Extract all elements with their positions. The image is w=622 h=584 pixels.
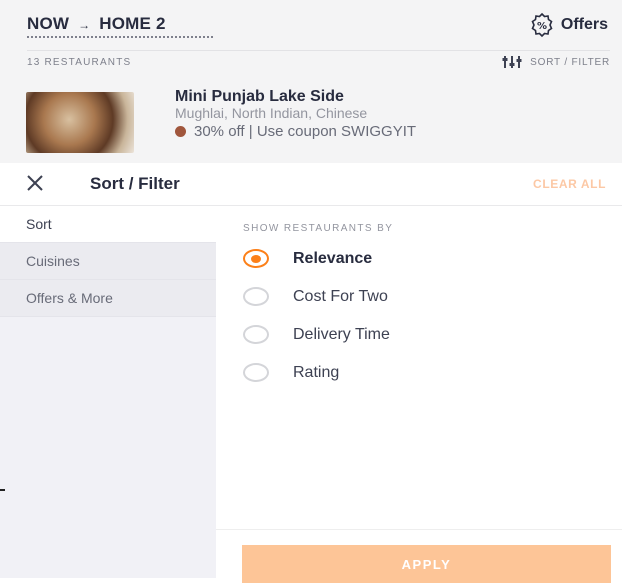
sort-option-relevance[interactable]: Relevance (243, 249, 372, 268)
restaurant-image[interactable] (26, 92, 134, 153)
sidebar-item-cuisines[interactable]: Cuisines (0, 243, 216, 280)
restaurant-offer-text: 30% off | Use coupon SWIGGYIT (194, 123, 417, 140)
offers-button[interactable]: % Offers (529, 12, 608, 38)
offer-badge-icon (175, 126, 186, 137)
sort-option-delivery-time[interactable]: Delivery Time (243, 325, 390, 344)
sheet-header: Sort / Filter CLEAR ALL (0, 163, 622, 206)
radio-unselected-icon[interactable] (243, 287, 269, 306)
restaurant-cuisines: Mughlai, North Indian, Chinese (175, 105, 368, 121)
discount-badge-icon: % (531, 12, 553, 38)
restaurant-offer: 30% off | Use coupon SWIGGYIT (175, 123, 416, 140)
sheet-title: Sort / Filter (90, 174, 180, 193)
svg-text:%: % (537, 21, 547, 32)
top-bar: NOW → HOME 2 % Offers (0, 0, 622, 50)
clear-all-button[interactable]: CLEAR ALL (533, 177, 606, 191)
restaurant-name[interactable]: Mini Punjab Lake Side (175, 88, 344, 106)
sort-option-cost-for-two[interactable]: Cost For Two (243, 287, 388, 306)
sort-options-panel: SHOW RESTAURANTS BY Relevance Cost For T… (216, 206, 622, 536)
sort-option-rating[interactable]: Rating (243, 363, 339, 382)
sort-filter-label: SORT / FILTER (530, 56, 610, 68)
sort-option-label: Delivery Time (293, 325, 390, 343)
location-now: NOW (27, 14, 70, 33)
filter-sidebar: Sort Cuisines Offers & More (0, 206, 216, 578)
location-selector[interactable]: NOW → HOME 2 (27, 14, 166, 34)
divider (27, 50, 610, 51)
offers-label: Offers (560, 16, 608, 33)
sort-filter-sheet: Sort / Filter CLEAR ALL Sort Cuisines Of… (0, 163, 622, 584)
radio-unselected-icon[interactable] (243, 363, 269, 382)
arrow-icon: → (78, 18, 91, 32)
sort-option-label: Cost For Two (293, 287, 388, 305)
footer-divider (216, 529, 622, 530)
sidebar-item-sort[interactable]: Sort (0, 206, 216, 243)
sliders-icon (502, 56, 522, 68)
sidebar-item-offers-more[interactable]: Offers & More (0, 280, 216, 317)
radio-unselected-icon[interactable] (243, 325, 269, 344)
sort-option-label: Rating (293, 363, 340, 381)
apply-button[interactable]: APPLY (242, 545, 611, 583)
edge-mark (0, 489, 5, 491)
location-place: HOME 2 (99, 14, 166, 33)
location-underline (27, 36, 213, 38)
sort-option-label: Relevance (293, 249, 373, 267)
close-icon[interactable] (24, 172, 46, 194)
restaurant-count: 13 RESTAURANTS (27, 57, 132, 68)
radio-selected-icon[interactable] (243, 249, 269, 268)
section-heading: SHOW RESTAURANTS BY (243, 223, 394, 234)
background-listing: NOW → HOME 2 % Offers 13 RESTAURANTS SOR… (0, 0, 622, 163)
sort-filter-button[interactable]: SORT / FILTER (502, 55, 610, 69)
